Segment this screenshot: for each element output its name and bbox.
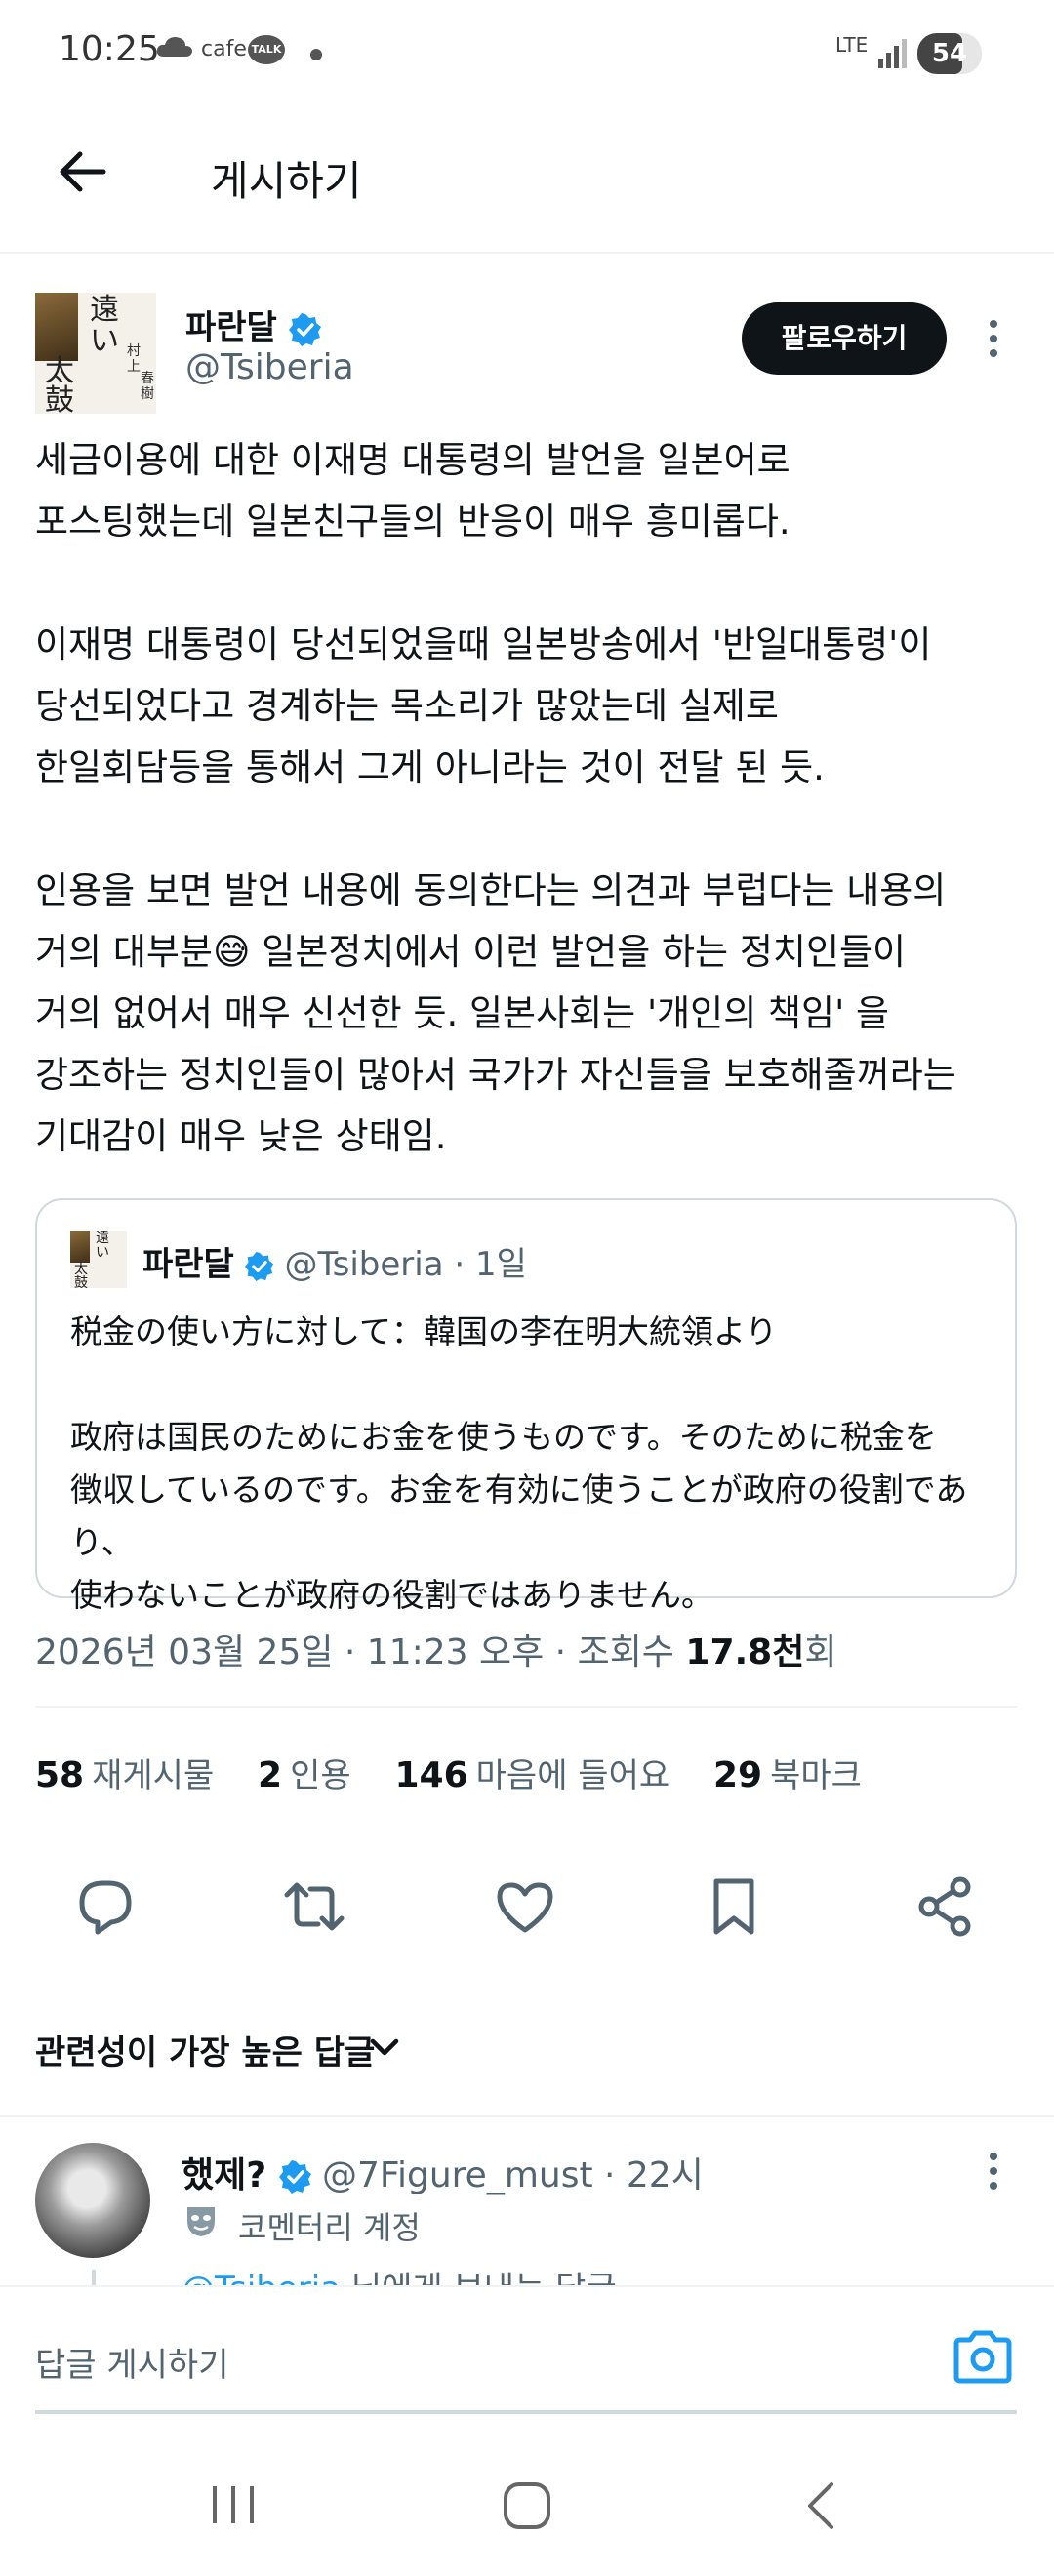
view-count: 17.8천 bbox=[685, 1632, 805, 1672]
quote-author-name: 파란달 bbox=[142, 1245, 234, 1284]
quotes-stat[interactable]: 2 인용 bbox=[258, 1755, 351, 1795]
nav-back-icon[interactable] bbox=[800, 2478, 839, 2533]
status-bar: 10:25 cafe TALK LTE 54 bbox=[0, 0, 1054, 107]
lte-indicator: LTE bbox=[835, 33, 869, 57]
reply-author-avatar[interactable] bbox=[35, 2143, 150, 2258]
notification-dot bbox=[310, 49, 322, 60]
compose-underline bbox=[35, 2410, 1017, 2414]
reply-author-name[interactable]: 했제? bbox=[182, 2147, 312, 2197]
verified-badge-icon bbox=[244, 1251, 273, 1281]
home-icon[interactable] bbox=[500, 2478, 554, 2533]
commentary-mask-icon bbox=[187, 2207, 215, 2236]
likes-stat[interactable]: 146 마음에 들어요 bbox=[394, 1755, 669, 1795]
bookmarks-stat[interactable]: 29 북마크 bbox=[713, 1755, 862, 1795]
reposts-stat[interactable]: 58 재게시물 bbox=[35, 1755, 214, 1795]
commentary-badge: 코멘터리 계정 bbox=[238, 2209, 421, 2246]
share-icon[interactable] bbox=[910, 1872, 980, 1942]
camera-icon[interactable] bbox=[951, 2328, 1015, 2387]
quote-author-handle: @Tsiberia bbox=[284, 1245, 444, 1284]
post-stats: 58 재게시물 2 인용 146 마음에 들어요 29 북마크 bbox=[35, 1749, 895, 1796]
verified-badge-icon bbox=[278, 2160, 311, 2194]
more-options-icon[interactable] bbox=[976, 2147, 1011, 2195]
status-time: 10:25 bbox=[59, 29, 160, 69]
chevron-down-icon[interactable] bbox=[367, 2030, 402, 2065]
reply-author-handle[interactable]: @7Figure_must · 22시 bbox=[322, 2147, 704, 2197]
follow-button[interactable]: 팔로우하기 bbox=[742, 302, 947, 375]
quote-header: 파란달 @Tsiberia · 1일 bbox=[142, 1237, 527, 1285]
header-divider bbox=[0, 252, 1054, 254]
like-icon[interactable] bbox=[490, 1872, 560, 1942]
author-avatar[interactable]: 遠い 太鼓 村上 春樹 bbox=[35, 293, 156, 414]
talk-icon: TALK bbox=[248, 35, 285, 64]
page-title: 게시하기 bbox=[211, 157, 362, 205]
recent-apps-icon[interactable] bbox=[209, 2482, 258, 2527]
quote-body: 税金の使い方に対して：韓国の李在明大統領より 政府は国民のためにお金を使うもので… bbox=[70, 1312, 968, 1614]
reply-input[interactable]: 답글 게시하기 bbox=[35, 2338, 229, 2386]
signal-icon bbox=[878, 39, 907, 68]
cafe-label: cafe bbox=[201, 37, 247, 61]
post-timestamp: 2026년 03월 25일 · 11:23 오후 · 조회수 17.8천회 bbox=[35, 1632, 837, 1672]
reply-icon[interactable] bbox=[70, 1872, 141, 1942]
divider bbox=[35, 1706, 1017, 1708]
verified-badge-icon bbox=[288, 312, 321, 346]
quote-author-avatar: 遠い 太鼓 bbox=[70, 1231, 127, 1288]
cloud-icon bbox=[156, 37, 192, 57]
quote-time: · 1일 bbox=[454, 1245, 527, 1284]
author-name[interactable]: 파란달 bbox=[185, 301, 322, 348]
repost-icon[interactable] bbox=[279, 1872, 349, 1942]
battery-level: 54 bbox=[931, 39, 968, 68]
post-body: 세금이용에 대한 이재명 대통령의 발언을 일본어로 포스팅했는데 일본친구들의… bbox=[35, 439, 956, 1157]
bookmark-icon[interactable] bbox=[699, 1872, 769, 1942]
more-options-icon[interactable] bbox=[976, 314, 1011, 363]
reply-sort-selector[interactable]: 관련성이 가장 높은 답글 bbox=[35, 2026, 375, 2073]
author-handle[interactable]: @Tsiberia bbox=[185, 347, 354, 387]
back-arrow-icon[interactable] bbox=[55, 144, 109, 199]
divider bbox=[0, 2115, 1054, 2117]
